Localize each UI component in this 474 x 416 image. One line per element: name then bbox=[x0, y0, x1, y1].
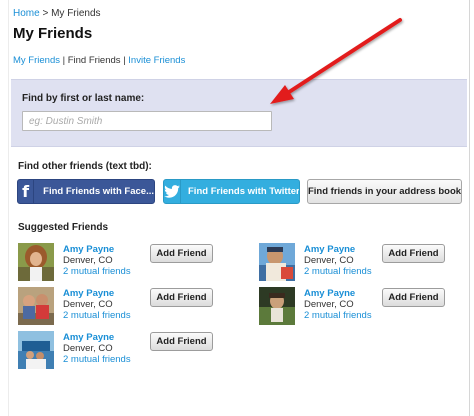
red-arrow-annotation bbox=[270, 18, 402, 104]
